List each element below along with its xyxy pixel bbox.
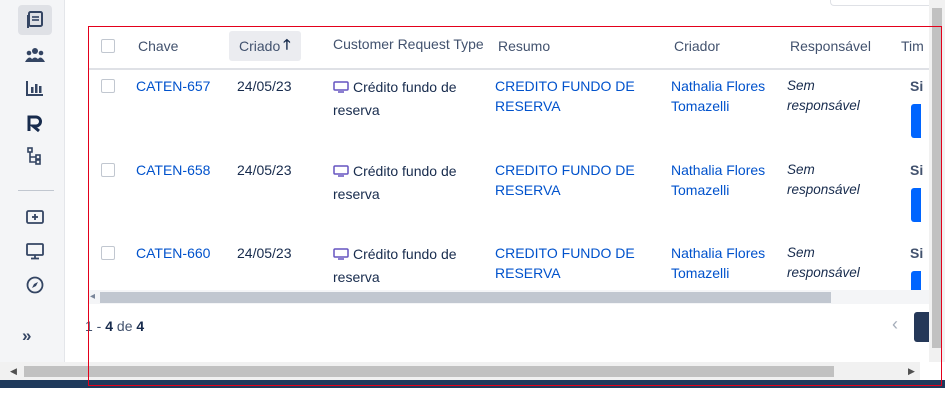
top-tab-edge	[830, 0, 945, 6]
vertical-scroll-thumb[interactable]	[932, 8, 942, 348]
pagination-start: 1	[85, 318, 93, 334]
sidebar-divider	[18, 190, 54, 191]
request-type-label: Crédito fundo de reserva	[333, 246, 457, 285]
request-type-icon	[333, 81, 349, 93]
column-header-criado[interactable]: Criado 🡑	[229, 31, 301, 61]
column-header-chave[interactable]: Chave	[138, 26, 178, 66]
monitor-icon[interactable]	[18, 236, 52, 266]
r-app-icon[interactable]	[18, 108, 52, 138]
column-header-cut[interactable]: Tim	[901, 26, 924, 66]
summary-link[interactable]: CREDITO FUNDO DE RESERVA	[495, 160, 645, 200]
assignee-value: Sem responsável	[787, 245, 860, 280]
row-checkbox[interactable]	[101, 163, 115, 177]
column-header-customer-request-type[interactable]: Customer Request Type	[333, 24, 484, 64]
created-date: 24/05/23	[237, 78, 292, 94]
issue-key-link[interactable]: CATEN-658	[136, 160, 210, 180]
summary-link[interactable]: CREDITO FUNDO DE RESERVA	[495, 243, 645, 283]
column-header-criador[interactable]: Criador	[674, 26, 720, 66]
column-header-responsavel[interactable]: Responsável	[790, 26, 871, 66]
scroll-left-arrow-icon[interactable]: ◂	[90, 291, 95, 302]
request-type: Crédito fundo de reserva	[333, 243, 473, 289]
assignee-value: Sem responsável	[787, 78, 860, 113]
page-vertical-scrollbar[interactable]	[929, 0, 945, 362]
request-type-label: Crédito fundo de reserva	[333, 163, 457, 202]
compass-icon[interactable]	[18, 270, 52, 300]
cut-column-text: Si	[910, 245, 924, 261]
issue-key-link[interactable]: CATEN-657	[136, 76, 210, 96]
page-horizontal-scrollbar[interactable]: ◀ ▶	[0, 362, 920, 380]
column-header-criado-label: Criado	[239, 38, 281, 54]
column-header-resumo[interactable]: Resumo	[498, 26, 550, 66]
request-type-label: Crédito fundo de reserva	[333, 79, 457, 118]
cut-column-text: Si	[910, 162, 924, 178]
action-button[interactable]	[911, 104, 921, 138]
sidebar: »	[0, 0, 65, 362]
select-all-checkbox[interactable]	[101, 39, 115, 53]
pagination-end: 4	[105, 318, 114, 334]
scroll-left-icon[interactable]: ◀	[10, 366, 17, 377]
request-type-icon	[333, 165, 349, 177]
pagination-separator: -	[92, 318, 106, 334]
created-date: 24/05/23	[237, 245, 292, 261]
table-row: CATEN-658 24/05/23 Crédito fundo de rese…	[88, 152, 945, 236]
team-icon[interactable]	[18, 40, 52, 70]
horizontal-scroll-thumb[interactable]	[24, 366, 834, 377]
assignee-value: Sem responsável	[787, 162, 860, 197]
add-shortcut-icon[interactable]	[18, 202, 52, 232]
row-checkbox[interactable]	[101, 246, 115, 260]
hierarchy-icon[interactable]	[18, 141, 52, 171]
issues-icon[interactable]	[18, 5, 52, 35]
action-button[interactable]	[911, 271, 921, 290]
creator-link[interactable]: Nathalia Flores Tomazelli	[671, 243, 781, 283]
request-type: Crédito fundo de reserva	[333, 160, 473, 206]
sort-ascending-icon: 🡑	[283, 36, 291, 52]
table-horizontal-scrollbar[interactable]: ◂	[88, 290, 945, 304]
cut-column-text: Si	[910, 78, 924, 94]
table-row: CATEN-660 24/05/23 Crédito fundo de rese…	[88, 235, 945, 290]
creator-link[interactable]: Nathalia Flores Tomazelli	[671, 76, 781, 116]
row-checkbox[interactable]	[101, 79, 115, 93]
taskbar-strip	[0, 380, 945, 388]
issue-key-link[interactable]: CATEN-660	[136, 243, 210, 263]
creator-link[interactable]: Nathalia Flores Tomazelli	[671, 160, 781, 200]
previous-page-button[interactable]: ‹	[892, 314, 898, 335]
request-type: Crédito fundo de reserva	[333, 76, 473, 122]
table-header: Chave Criado 🡑 Customer Request Type Res…	[88, 26, 945, 70]
action-button[interactable]	[911, 188, 921, 222]
pagination-summary: 1 - 4 de 4	[85, 318, 144, 334]
expand-sidebar-button[interactable]: »	[22, 326, 31, 346]
scroll-right-icon[interactable]: ▶	[908, 366, 915, 377]
table-row: CATEN-657 24/05/23 Crédito fundo de rese…	[88, 68, 945, 152]
reports-icon[interactable]	[18, 73, 52, 103]
table-scroll-thumb[interactable]	[100, 292, 831, 303]
created-date: 24/05/23	[237, 162, 292, 178]
pagination-de: de	[113, 318, 137, 334]
summary-link[interactable]: CREDITO FUNDO DE RESERVA	[495, 76, 645, 116]
pagination-total: 4	[136, 318, 145, 334]
request-type-icon	[333, 248, 349, 260]
